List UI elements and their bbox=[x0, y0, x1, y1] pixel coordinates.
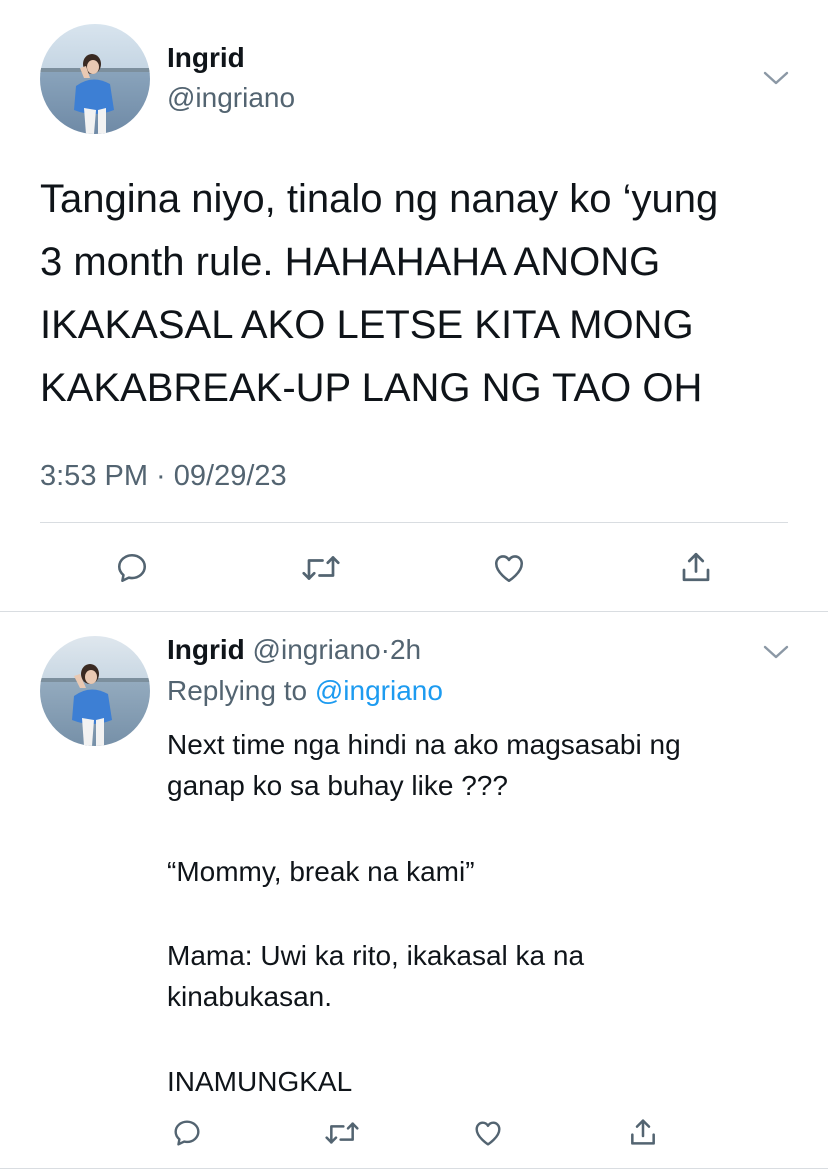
share-icon bbox=[631, 1119, 655, 1145]
share-button[interactable] bbox=[626, 1114, 660, 1150]
avatar-photo bbox=[40, 636, 150, 746]
tweet-text-line: IKAKASAL AKO LETSE KITA MONG bbox=[40, 303, 694, 347]
reply-text-line: ganap ko sa buhay like ??? bbox=[167, 770, 508, 801]
tweet-text-line: KAKABREAK-UP LANG NG TAO OH bbox=[40, 366, 703, 410]
separator-dot: · bbox=[380, 634, 390, 665]
retweet-button[interactable] bbox=[298, 548, 344, 588]
author-handle[interactable]: @ingriano bbox=[167, 82, 295, 114]
like-button[interactable] bbox=[488, 548, 530, 588]
reply-text-line: “Mommy, break na kami” bbox=[167, 856, 475, 887]
avatar[interactable] bbox=[40, 24, 150, 134]
reply-text-line: INAMUNGKAL bbox=[167, 1066, 353, 1097]
replying-to-label: Replying to bbox=[167, 675, 308, 706]
tweet-text-line: 3 month rule. HAHAHAHA ANONG bbox=[40, 240, 661, 284]
chevron-down-icon[interactable] bbox=[762, 642, 790, 662]
tweet-text: Tangina niyo, tinalo ng nanay ko ‘yung 3… bbox=[40, 168, 800, 420]
divider bbox=[0, 611, 828, 612]
reply-text-line: Next time nga hindi na ako magsasabi ng bbox=[167, 729, 681, 760]
tweet-text-line: Tangina niyo, tinalo ng nanay ko ‘yung bbox=[40, 177, 719, 221]
avatar-photo bbox=[40, 24, 150, 134]
like-icon bbox=[475, 1121, 501, 1146]
author-name[interactable]: Ingrid bbox=[167, 42, 245, 74]
reply-text-line: kinabukasan. bbox=[167, 981, 333, 1012]
reply-button[interactable] bbox=[170, 1116, 204, 1150]
chevron-down-icon[interactable] bbox=[762, 68, 790, 88]
reply-header: Ingrid @ingriano·2h bbox=[167, 634, 421, 666]
like-icon bbox=[494, 555, 524, 583]
author-handle[interactable]: @ingriano bbox=[253, 634, 381, 665]
retweet-icon bbox=[302, 556, 340, 580]
reply-text-line: Mama: Uwi ka rito, ikakasal ka na bbox=[167, 940, 585, 971]
replying-to: Replying to @ingriano bbox=[167, 675, 443, 707]
replying-to-link[interactable]: @ingriano bbox=[315, 675, 443, 706]
reply-button[interactable] bbox=[112, 548, 152, 588]
retweet-button[interactable] bbox=[322, 1116, 362, 1150]
share-icon bbox=[682, 552, 710, 582]
reply-time[interactable]: 2h bbox=[390, 634, 421, 665]
tweet-timestamp[interactable]: 3:53 PM · 09/29/23 bbox=[40, 460, 287, 493]
divider bbox=[0, 1168, 828, 1169]
retweet-icon bbox=[325, 1122, 359, 1144]
reply-icon bbox=[174, 1120, 200, 1146]
share-button[interactable] bbox=[676, 546, 716, 588]
reply-icon bbox=[117, 553, 147, 583]
author-name[interactable]: Ingrid bbox=[167, 634, 245, 665]
avatar[interactable] bbox=[40, 636, 150, 746]
like-button[interactable] bbox=[470, 1116, 506, 1150]
divider bbox=[40, 522, 788, 523]
